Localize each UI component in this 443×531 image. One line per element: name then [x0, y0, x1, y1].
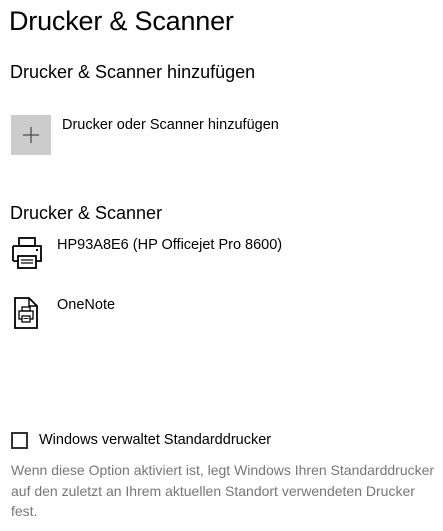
devices-section-heading: Drucker & Scanner — [10, 203, 163, 223]
default-printer-checkbox[interactable] — [11, 432, 28, 449]
device-item-hp-officejet[interactable]: HP93A8E6 (HP Officejet Pro 8600) — [10, 235, 340, 279]
default-printer-description: Wenn diese Option aktiviert ist, legt Wi… — [11, 462, 435, 519]
add-printer-button[interactable]: Drucker oder Scanner hinzufügen — [10, 113, 320, 155]
plus-icon — [23, 127, 39, 143]
device-item-onenote[interactable]: OneNote — [10, 295, 340, 339]
device-label: OneNote — [57, 297, 116, 313]
document-printer-icon — [14, 297, 38, 329]
device-label: HP93A8E6 (HP Officejet Pro 8600) — [57, 237, 283, 253]
default-printer-checkbox-label: Windows verwaltet Standarddrucker — [39, 432, 272, 448]
default-printer-toggle[interactable]: Windows verwaltet Standarddrucker — [11, 432, 311, 454]
add-tile — [11, 115, 51, 155]
page-title: Drucker & Scanner — [9, 6, 234, 36]
add-printer-label: Drucker oder Scanner hinzufügen — [62, 117, 279, 133]
printer-icon — [12, 237, 42, 269]
add-section-heading: Drucker & Scanner hinzufügen — [10, 62, 256, 82]
